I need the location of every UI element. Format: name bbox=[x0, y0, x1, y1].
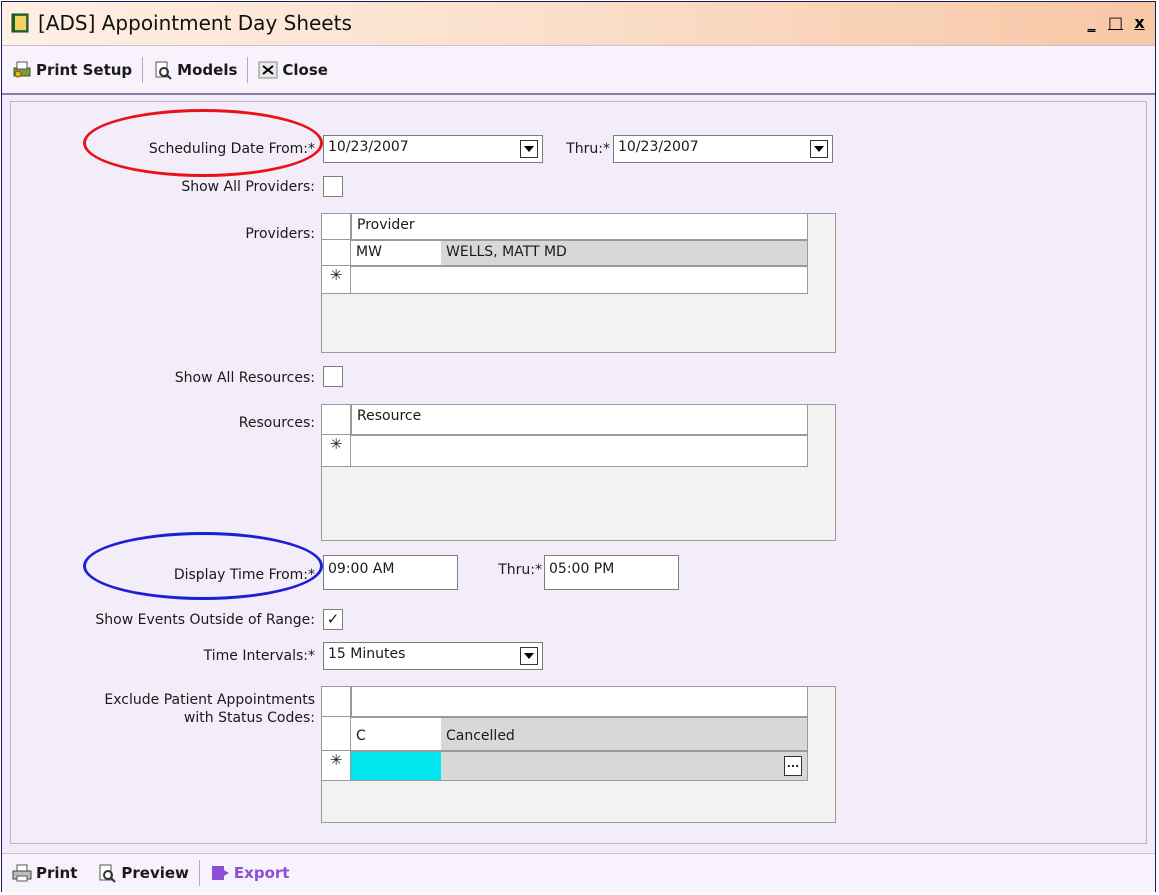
toolbar: Print Setup Models Close bbox=[2, 46, 1155, 95]
resource-new-row[interactable] bbox=[351, 435, 808, 467]
time-intervals-value: 15 Minutes bbox=[328, 646, 406, 662]
models-label: Models bbox=[177, 60, 238, 79]
status-new-row[interactable]: ... bbox=[351, 751, 808, 781]
export-button[interactable]: Export bbox=[200, 858, 300, 888]
minimize-button[interactable]: _ bbox=[1082, 12, 1101, 32]
show-all-resources-label: Show All Resources: bbox=[174, 370, 315, 386]
scheduling-date-from-value: 10/23/2007 bbox=[328, 139, 409, 155]
dropdown-arrow-icon[interactable] bbox=[520, 647, 538, 665]
ellipsis-button[interactable]: ... bbox=[784, 756, 802, 776]
maximize-button[interactable]: □ bbox=[1106, 12, 1125, 32]
provider-column-header[interactable]: Provider bbox=[351, 214, 808, 240]
show-events-outside-range-checkbox[interactable]: ✓ bbox=[323, 609, 343, 630]
scheduling-date-thru-label: Thru:* bbox=[566, 141, 610, 157]
status-code-new-cell[interactable] bbox=[351, 752, 441, 780]
resources-label: Resources: bbox=[238, 415, 315, 431]
provider-code-cell[interactable]: MW bbox=[351, 241, 441, 265]
show-all-providers-label: Show All Providers: bbox=[181, 179, 315, 195]
window: [ADS] Appointment Day Sheets _ □ x Print… bbox=[1, 1, 1156, 892]
provider-name-cell[interactable]: WELLS, MATT MD bbox=[441, 241, 807, 265]
status-name-new-cell[interactable]: ... bbox=[441, 752, 807, 780]
display-time-thru-label: Thru:* bbox=[498, 562, 542, 578]
providers-grid: Provider MW WELLS, MATT MD ✳ bbox=[321, 213, 836, 353]
printer-icon bbox=[12, 864, 32, 882]
provider-new-row[interactable] bbox=[351, 266, 808, 294]
form-panel: Scheduling Date From:* 10/23/2007 Thru:*… bbox=[10, 101, 1147, 844]
print-setup-button[interactable]: Print Setup bbox=[2, 55, 142, 85]
book-icon bbox=[11, 13, 29, 33]
export-label: Export bbox=[233, 864, 290, 882]
window-title: [ADS] Appointment Day Sheets bbox=[38, 11, 352, 35]
close-label: Close bbox=[282, 60, 328, 79]
provider-row[interactable]: MW WELLS, MATT MD bbox=[351, 240, 808, 266]
show-all-providers-checkbox[interactable] bbox=[323, 176, 343, 197]
scheduling-date-thru-value: 10/23/2007 bbox=[618, 139, 699, 155]
display-time-thru-field[interactable]: 05:00 PM bbox=[544, 555, 679, 590]
providers-label: Providers: bbox=[245, 226, 315, 242]
display-time-from-field[interactable]: 09:00 AM bbox=[323, 555, 458, 590]
row-selector[interactable] bbox=[322, 717, 351, 751]
row-selector[interactable] bbox=[322, 240, 351, 266]
close-icon bbox=[258, 61, 278, 78]
print-setup-label: Print Setup bbox=[36, 60, 133, 79]
grid-corner bbox=[322, 687, 351, 717]
dropdown-arrow-icon[interactable] bbox=[520, 140, 538, 158]
grid-corner bbox=[322, 405, 351, 435]
preview-button[interactable]: Preview bbox=[87, 858, 199, 888]
status-column-header[interactable] bbox=[351, 687, 808, 717]
scheduling-date-from-field[interactable]: 10/23/2007 bbox=[323, 135, 543, 163]
red-annotation-ellipse bbox=[83, 109, 323, 177]
print-button[interactable]: Print bbox=[2, 858, 87, 888]
status-name-cell[interactable]: Cancelled bbox=[441, 718, 807, 750]
show-events-outside-range-label: Show Events Outside of Range: bbox=[95, 612, 315, 628]
blue-annotation-ellipse bbox=[83, 532, 323, 600]
export-icon bbox=[211, 866, 229, 880]
bottom-toolbar: Print Preview Export bbox=[2, 853, 1155, 892]
resource-column-header[interactable]: Resource bbox=[351, 405, 808, 435]
status-row[interactable]: C Cancelled bbox=[351, 717, 808, 751]
time-intervals-label: Time Intervals:* bbox=[203, 648, 315, 664]
status-codes-grid: C Cancelled ✳ ... bbox=[321, 686, 836, 823]
title-bar: [ADS] Appointment Day Sheets _ □ x bbox=[2, 2, 1155, 46]
dropdown-arrow-icon[interactable] bbox=[810, 140, 828, 158]
models-button[interactable]: Models bbox=[143, 55, 247, 85]
show-all-resources-checkbox[interactable] bbox=[323, 366, 343, 387]
exclude-status-codes-label-line2: with Status Codes: bbox=[183, 710, 315, 726]
status-code-cell[interactable]: C bbox=[351, 718, 441, 750]
print-label: Print bbox=[36, 864, 78, 882]
models-icon bbox=[155, 61, 172, 80]
new-row-marker: ✳ bbox=[322, 435, 351, 467]
preview-icon bbox=[99, 864, 117, 883]
new-row-marker: ✳ bbox=[322, 266, 351, 294]
print-setup-icon bbox=[13, 61, 31, 77]
exclude-status-codes-label-line1: Exclude Patient Appointments bbox=[104, 692, 315, 708]
new-row-marker: ✳ bbox=[322, 751, 351, 781]
resources-grid: Resource ✳ bbox=[321, 404, 836, 541]
time-intervals-select[interactable]: 15 Minutes bbox=[323, 642, 543, 670]
grid-corner bbox=[322, 214, 351, 240]
preview-label: Preview bbox=[121, 864, 189, 882]
close-window-button[interactable]: x bbox=[1130, 12, 1149, 32]
scheduling-date-thru-field[interactable]: 10/23/2007 bbox=[613, 135, 833, 163]
close-button[interactable]: Close bbox=[248, 55, 338, 85]
